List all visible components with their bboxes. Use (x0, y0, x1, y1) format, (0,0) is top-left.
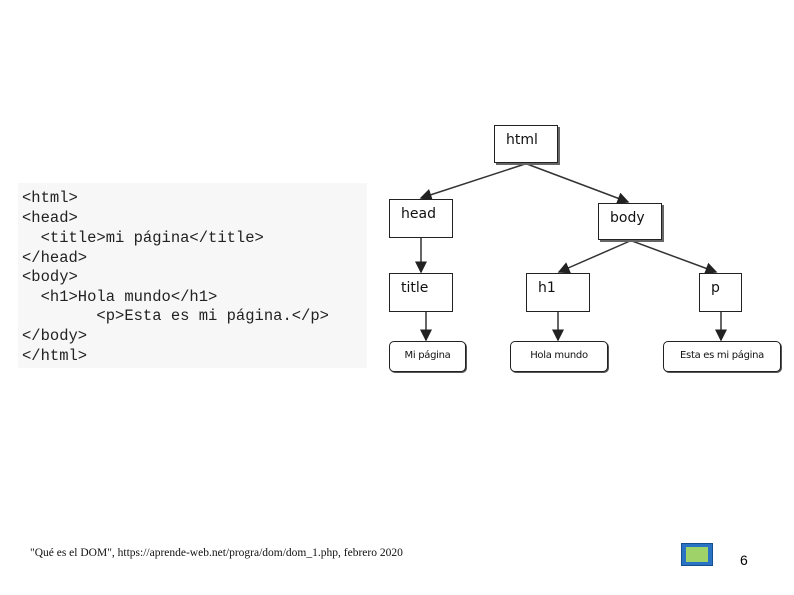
presentation-logo-icon (681, 543, 713, 566)
node-html: html (494, 125, 558, 163)
citation: "Qué es el DOM", https://aprende-web.net… (30, 547, 403, 559)
slide: <html> <head> <title>mi página</title> <… (0, 0, 794, 595)
edge-body-p (631, 240, 718, 274)
edge-html-head (419, 163, 526, 201)
leaf-h1-text: Hola mundo (510, 341, 608, 372)
leaf-p-text: Esta es mi página (663, 341, 781, 372)
node-title: title (389, 273, 453, 312)
leaf-title-text: Mi página (389, 341, 466, 372)
page-number: 6 (740, 552, 748, 568)
node-body: body (598, 203, 662, 240)
edge-body-h1 (557, 240, 631, 274)
edge-html-body (526, 163, 630, 204)
node-p: p (699, 273, 742, 312)
node-head: head (389, 199, 453, 238)
node-h1: h1 (526, 273, 590, 312)
